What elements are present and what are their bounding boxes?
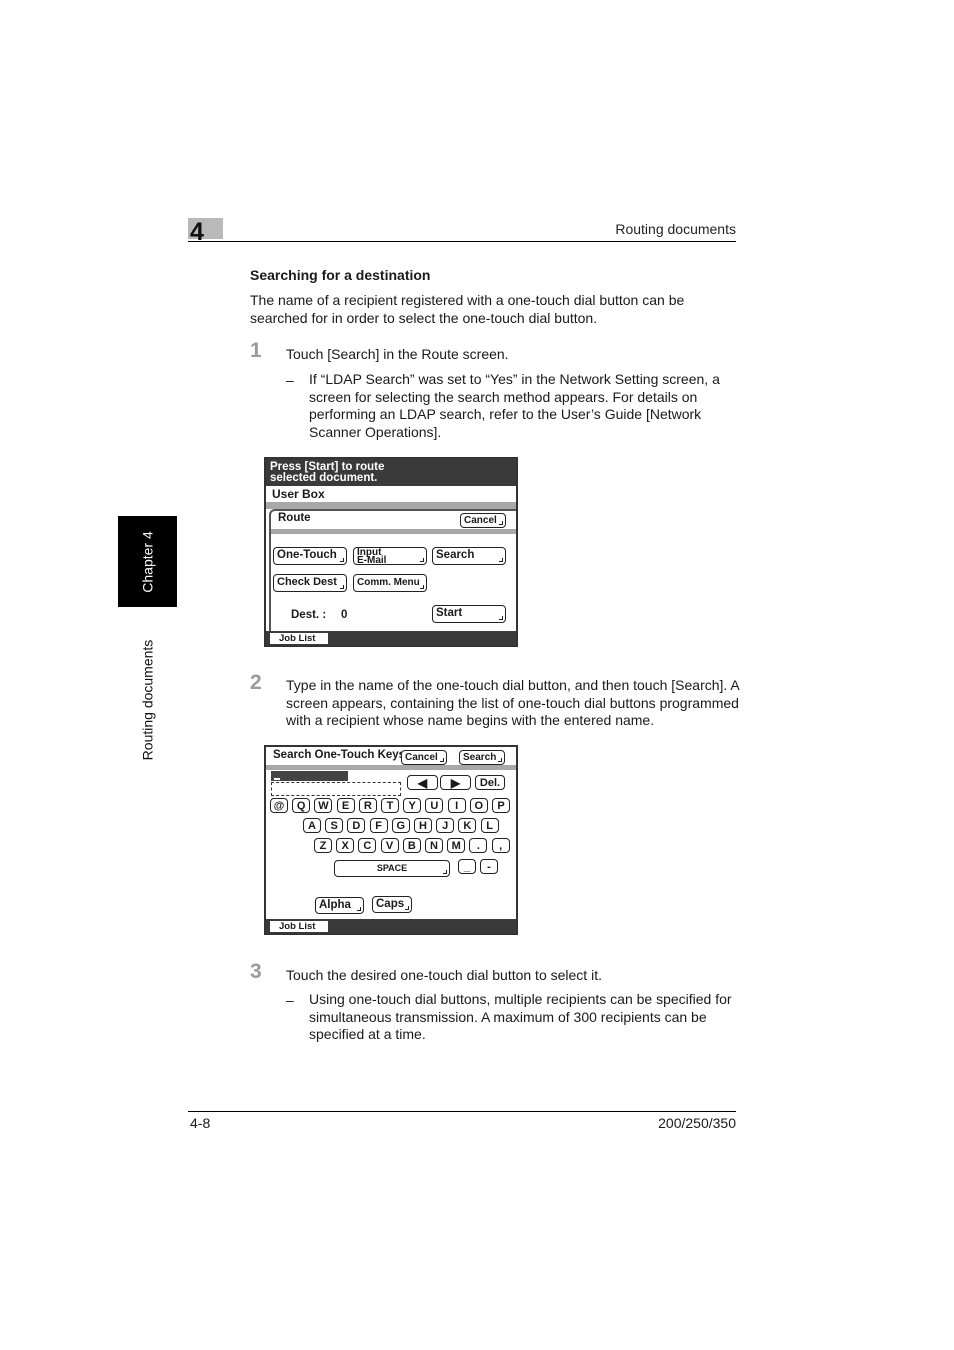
screen-title: Search One-Touch Keys: [273, 749, 406, 761]
chapter-side-label: Chapter 4: [139, 530, 156, 593]
key-m[interactable]: M: [447, 838, 466, 853]
cursor-left-button[interactable]: ◀: [407, 775, 438, 790]
key-e[interactable]: E: [336, 798, 355, 813]
key-k[interactable]: K: [458, 818, 477, 833]
step-number: 3: [250, 960, 262, 983]
key-s[interactable]: S: [325, 818, 344, 833]
key-n[interactable]: N: [425, 838, 443, 853]
key-at[interactable]: @: [270, 798, 288, 813]
key-y[interactable]: Y: [403, 798, 422, 813]
key-d[interactable]: D: [347, 818, 366, 833]
chapter-side-tab: Chapter 4: [118, 516, 177, 607]
key-h[interactable]: H: [414, 818, 432, 833]
model-number: 200/250/350: [658, 1115, 736, 1131]
cancel-button[interactable]: Cancel: [401, 750, 447, 765]
step-text: Touch [Search] in the Route screen.: [286, 346, 509, 362]
cursor-right-button[interactable]: ▶: [440, 775, 471, 790]
step-text: Touch the desired one-touch dial button …: [286, 967, 602, 983]
key-r[interactable]: R: [358, 798, 377, 813]
key-v[interactable]: V: [380, 838, 399, 853]
search-button[interactable]: Search: [432, 547, 506, 565]
section-title: Searching for a destination: [250, 267, 431, 283]
arrow-right-icon: ▶: [450, 776, 461, 790]
alpha-button[interactable]: Alpha: [315, 897, 364, 914]
page-number: 4-8: [190, 1115, 211, 1131]
bullet-dash: –: [286, 992, 294, 1008]
caps-button[interactable]: Caps: [372, 896, 412, 913]
key-z[interactable]: Z: [314, 838, 332, 853]
search-name-input[interactable]: [271, 782, 401, 796]
one-touch-button[interactable]: One-Touch: [273, 547, 347, 565]
search-button[interactable]: Search: [459, 750, 505, 765]
section-side-label: Routing documents: [139, 639, 156, 761]
section-intro: The name of a recipient registered with …: [250, 292, 685, 326]
bullet-dash: –: [286, 372, 294, 388]
job-list-tab[interactable]: Job List: [270, 921, 328, 932]
key-w[interactable]: W: [314, 798, 333, 813]
header-rule: [188, 241, 736, 242]
bullet-text: If “LDAP Search” was set to “Yes” in the…: [309, 371, 720, 441]
cancel-button[interactable]: Cancel: [460, 513, 506, 528]
job-list-tab[interactable]: Job List: [270, 633, 328, 644]
route-screen: Press [Start] to route selected document…: [264, 457, 518, 647]
dest-count: 0: [341, 609, 348, 621]
key-g[interactable]: G: [391, 818, 410, 833]
message-bar: Press [Start] to route selected document…: [266, 459, 516, 486]
key-l[interactable]: L: [480, 818, 499, 833]
delete-button[interactable]: Del.: [475, 775, 505, 790]
key-x[interactable]: X: [336, 838, 355, 853]
underscore-key[interactable]: _: [458, 859, 476, 874]
dest-label: Dest. :: [291, 609, 327, 621]
start-button[interactable]: Start: [432, 605, 506, 623]
bottom-bar: Job List: [266, 631, 516, 645]
input-highlight: [271, 771, 348, 781]
key-b[interactable]: B: [402, 838, 421, 853]
bottom-bar: Job List: [266, 919, 516, 933]
key-comma[interactable]: ,: [491, 838, 510, 853]
key-c[interactable]: C: [358, 838, 377, 853]
text-cursor: [274, 778, 280, 780]
key-i[interactable]: I: [447, 798, 466, 813]
divider: [266, 765, 516, 770]
space-key[interactable]: SPACE: [334, 860, 450, 877]
message-line: selected document.: [270, 472, 378, 484]
step-text: Type in the name of the one-touch dial b…: [286, 677, 739, 729]
key-j[interactable]: J: [436, 818, 455, 833]
comm-menu-button[interactable]: Comm. Menu: [353, 574, 427, 592]
route-panel: Route Cancel One-Touch Input E-Mail Sear…: [269, 509, 516, 631]
hyphen-key[interactable]: -: [480, 859, 498, 874]
running-title: Routing documents: [615, 221, 736, 237]
key-o[interactable]: O: [469, 798, 488, 813]
input-email-button[interactable]: Input E-Mail: [353, 547, 427, 565]
user-box-label: User Box: [266, 486, 516, 502]
key-q[interactable]: Q: [292, 798, 311, 813]
bullet-text: Using one-touch dial buttons, multiple r…: [309, 991, 732, 1043]
route-label: Route: [278, 512, 311, 524]
divider: [266, 502, 516, 509]
key-f[interactable]: F: [369, 818, 388, 833]
footer-rule: [188, 1111, 736, 1112]
button-label: E-Mail: [357, 555, 387, 565]
divider: [271, 529, 516, 534]
key-u[interactable]: U: [425, 798, 444, 813]
search-one-touch-keys-screen: Search One-Touch Keys Cancel Search ◀ ▶ …: [264, 745, 518, 935]
step-number: 2: [250, 671, 262, 694]
key-period[interactable]: .: [469, 838, 488, 853]
arrow-left-icon: ◀: [417, 776, 428, 790]
key-t[interactable]: T: [381, 798, 399, 813]
key-p[interactable]: P: [492, 798, 510, 813]
check-dest-button[interactable]: Check Dest: [273, 574, 347, 592]
key-a[interactable]: A: [303, 818, 321, 833]
step-number: 1: [250, 339, 262, 362]
